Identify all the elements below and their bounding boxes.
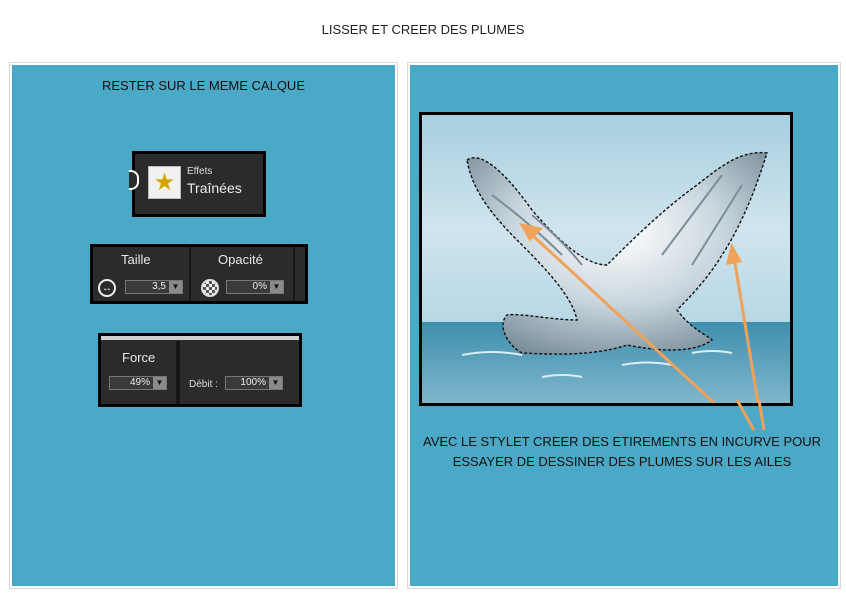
debit-stepper[interactable]: 100% ▼ (225, 376, 283, 390)
debit-value: 100% (240, 377, 266, 388)
chevron-down-icon[interactable]: ▼ (269, 377, 282, 389)
caption-line-2: ESSAYER DE DESSINER DES PLUMES SUR LES A… (452, 454, 792, 469)
seagull-illustration (422, 151, 790, 403)
caption-line-1: AVEC LE STYLET CREER DES ETIREMENTS EN I… (422, 434, 822, 449)
taille-opacite-widget: Taille ↔ 3,5 ▼ Opacité 0% ▼ (90, 244, 308, 304)
trainees-label: Traînées (187, 180, 242, 196)
chevron-down-icon[interactable]: ▼ (270, 281, 283, 293)
opacite-stepper[interactable]: 0% ▼ (226, 280, 284, 294)
effets-label: Effets (187, 166, 213, 177)
force-stepper[interactable]: 49% ▼ (109, 376, 167, 390)
resize-arrows-icon[interactable]: ↔ (98, 279, 116, 297)
seagull-image (419, 112, 793, 406)
taille-stepper[interactable]: 3,5 ▼ (125, 280, 183, 294)
divider (176, 341, 180, 404)
force-debit-widget: Force 49% ▼ Débit : 100% ▼ (98, 333, 302, 407)
taille-value: 3,5 (152, 281, 166, 292)
chevron-down-icon[interactable]: ▼ (169, 281, 182, 293)
force-value: 49% (129, 377, 150, 388)
opacite-value: 0% (252, 281, 267, 292)
star-icon[interactable]: ★ (148, 166, 181, 199)
left-panel: RESTER SUR LE MEME CALQUE ★ Effets Traîn… (10, 63, 397, 588)
right-caption: AVEC LE STYLET CREER DES ETIREMENTS EN I… (408, 432, 836, 472)
toolbar-top-strip (101, 336, 299, 340)
debit-label: Débit : (189, 379, 218, 390)
divider (189, 247, 191, 301)
effets-widget[interactable]: ★ Effets Traînées (129, 151, 266, 217)
divider (293, 247, 295, 301)
checkerboard-icon[interactable] (201, 279, 219, 297)
opacite-label: Opacité (218, 252, 263, 267)
taille-label: Taille (121, 252, 151, 267)
page-title: LISSER ET CREER DES PLUMES (321, 22, 525, 37)
chevron-down-icon[interactable]: ▼ (153, 377, 166, 389)
force-label: Force (122, 350, 156, 365)
panel-edge-tab (129, 170, 139, 190)
left-caption: RESTER SUR LE MEME CALQUE (102, 78, 305, 93)
arrow-extension (735, 400, 766, 431)
